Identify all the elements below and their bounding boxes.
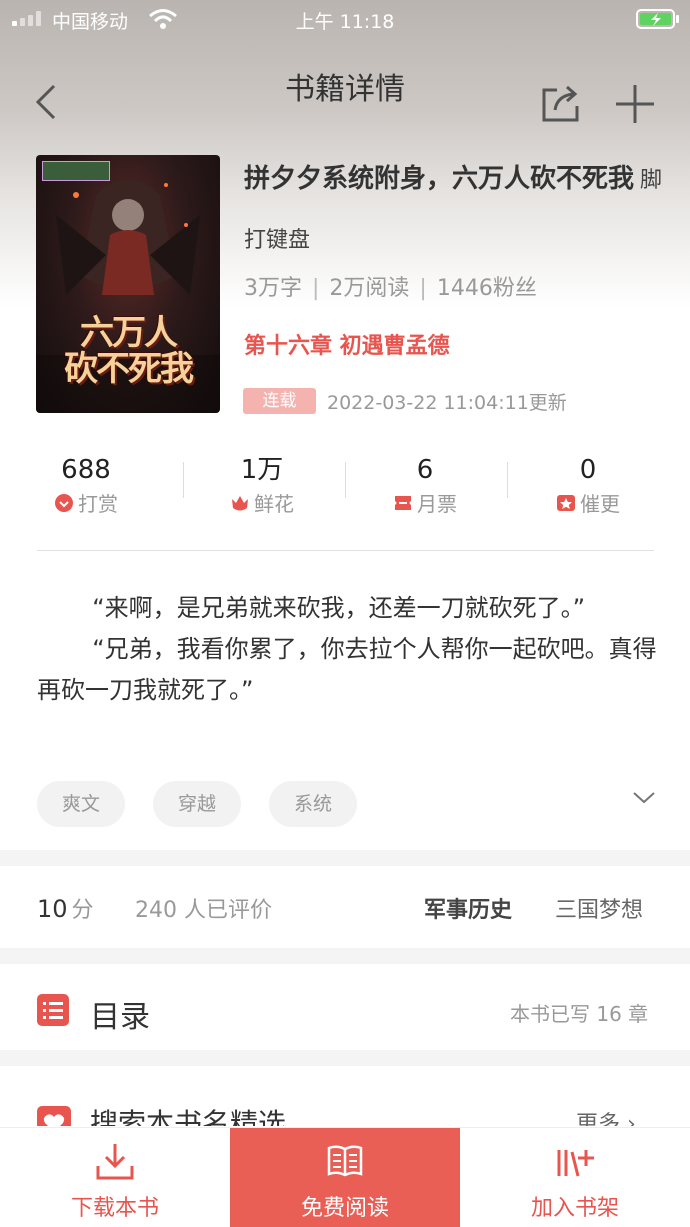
stat-flower[interactable]: 1万 鲜花 xyxy=(182,454,342,517)
tag-chip[interactable]: 系统 xyxy=(269,781,357,827)
section-gap xyxy=(0,850,690,866)
page-title: 书籍详情 xyxy=(285,72,405,107)
stat-value: 0 xyxy=(579,455,597,485)
download-label: 下载本书 xyxy=(70,1196,159,1221)
fan-count: 1446粉丝 xyxy=(436,276,537,301)
more-link[interactable]: 更多 › xyxy=(576,1106,636,1126)
stat-label: 催更 xyxy=(580,492,620,516)
stat-value: 6 xyxy=(416,455,434,485)
bookshelf-add-icon xyxy=(557,1150,594,1177)
category-link[interactable]: 军事历史 xyxy=(424,892,512,924)
add-to-shelf-button[interactable]: 加入书架 xyxy=(460,1128,690,1227)
add-icon[interactable] xyxy=(614,83,656,125)
status-bar: 中国移动 上午 11:18 xyxy=(0,0,690,40)
bottom-action-bar: 下载本书 免费阅读 加入书架 xyxy=(0,1127,690,1227)
chapter-count: 本书已写 16 章 xyxy=(510,1002,649,1026)
synopsis-paragraph: “兄弟，我看你累了，你去拉个人帮你一起砍吧。真得再砍一刀我就死了。” xyxy=(37,635,657,704)
stat-value: 688 xyxy=(61,455,111,485)
download-icon xyxy=(96,1144,134,1180)
stat-label: 鲜花 xyxy=(254,492,294,516)
section-gap xyxy=(0,1050,690,1066)
cover-title: 六万人 砍不死我 xyxy=(64,313,194,389)
download-button[interactable]: 下载本书 xyxy=(0,1128,230,1227)
read-label: 免费阅读 xyxy=(300,1196,389,1221)
read-count: 2万阅读 xyxy=(329,276,410,301)
subcategory-link[interactable]: 三国梦想 xyxy=(555,892,643,924)
update-time: 2022-03-22 11:04:11更新 xyxy=(327,392,567,414)
flower-icon xyxy=(232,495,248,510)
shelf-label: 加入书架 xyxy=(530,1196,619,1221)
urge-icon xyxy=(557,494,575,511)
share-icon[interactable] xyxy=(541,84,581,122)
latest-chapter-link[interactable]: 第十六章 初遇曹孟德 xyxy=(244,328,450,360)
chevron-down-icon[interactable] xyxy=(632,790,656,806)
stat-ticket[interactable]: 6 月票 xyxy=(345,454,505,517)
tag-chip[interactable]: 穿越 xyxy=(153,781,241,827)
stat-reward[interactable]: 688 打赏 xyxy=(6,454,166,517)
clock: 上午 11:18 xyxy=(295,11,395,33)
heart-icon xyxy=(37,1106,71,1126)
section-gap xyxy=(0,948,690,964)
rating-row: 10 分 240 人已评价 军事历史 三国梦想 xyxy=(0,866,690,948)
rating-score: 10 分 xyxy=(37,895,94,923)
list-icon xyxy=(37,994,69,1026)
review-count[interactable]: 240 人已评价 xyxy=(135,892,272,924)
free-read-button[interactable]: 免费阅读 xyxy=(230,1128,460,1227)
book-title: 拼夕夕系统附身，六万人砍不死我 脚打键盘 xyxy=(244,164,663,253)
book-icon xyxy=(327,1145,363,1177)
word-count: 3万字 xyxy=(244,276,302,301)
search-picks-row[interactable]: 搜索本书名精选 更多 › xyxy=(0,1066,690,1126)
book-synopsis: “来啊，是兄弟就来砍我，还差一刀就砍死了。” “兄弟，我看你累了，你去拉个人帮你… xyxy=(37,588,657,711)
book-cover[interactable]: 六万人 砍不死我 xyxy=(36,155,220,413)
ticket-icon xyxy=(395,495,411,510)
publisher-logo xyxy=(42,161,110,181)
table-of-contents-row[interactable]: 目录 本书已写 16 章 xyxy=(0,964,690,1050)
stat-label: 月票 xyxy=(417,492,457,516)
synopsis-paragraph: “来啊，是兄弟就来砍我，还差一刀就砍死了。” xyxy=(92,594,586,622)
reward-icon xyxy=(55,493,73,512)
divider xyxy=(37,550,654,551)
battery-icon xyxy=(636,9,679,29)
stat-value: 1万 xyxy=(240,455,284,485)
tag-chip[interactable]: 爽文 xyxy=(37,781,125,827)
stat-urge[interactable]: 0 催更 xyxy=(508,454,668,517)
book-stats: 3万字 | 2万阅读 | 1446粉丝 xyxy=(244,276,537,301)
section-title: 搜索本书名精选 xyxy=(90,1107,287,1126)
stat-label: 打赏 xyxy=(78,492,118,516)
toc-label: 目录 xyxy=(90,1000,150,1035)
status-badge: 连载 xyxy=(243,388,316,414)
